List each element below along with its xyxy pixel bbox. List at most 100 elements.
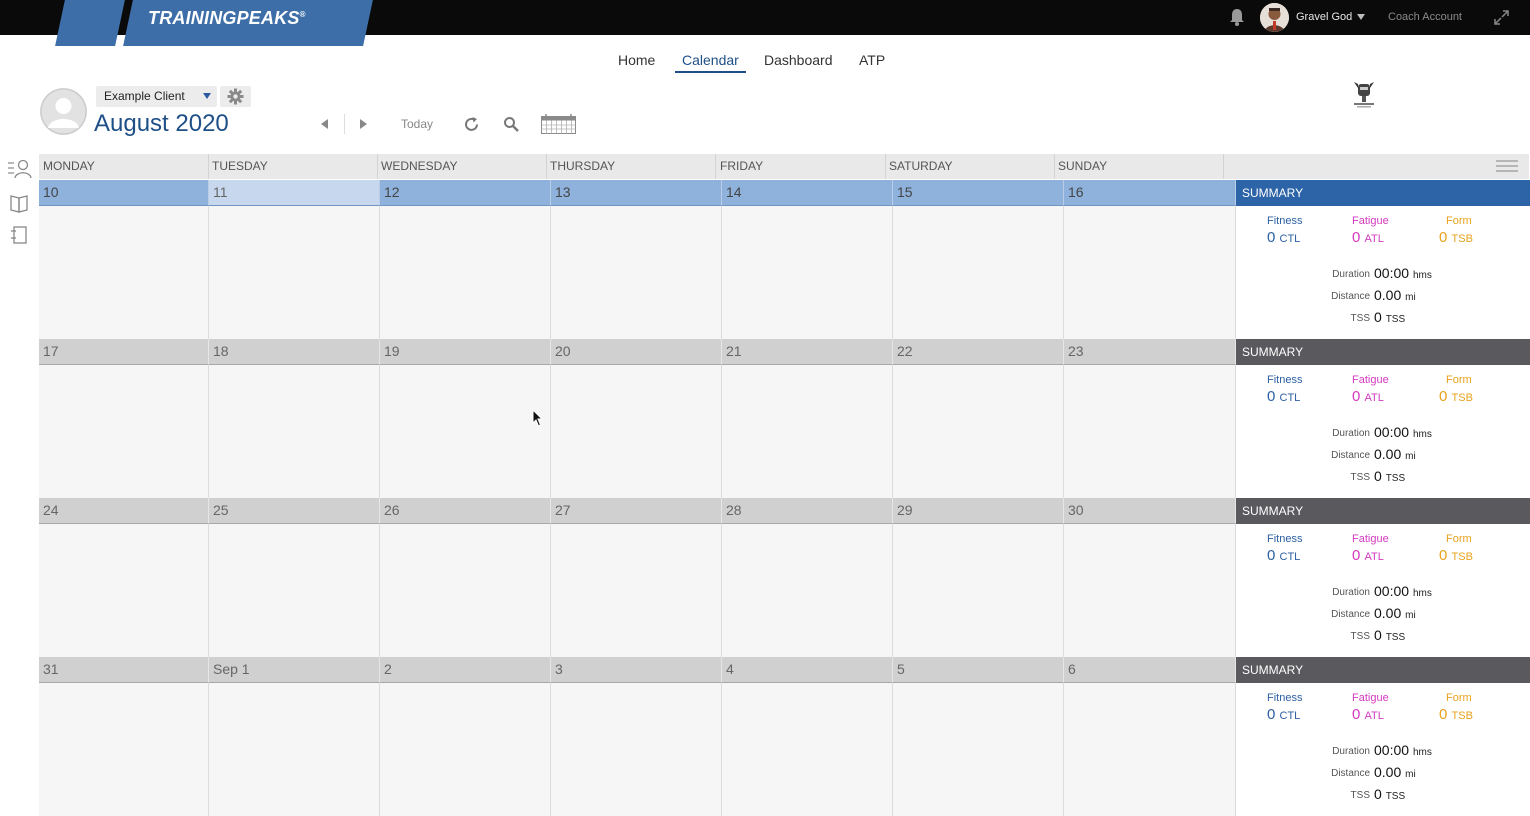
expand-icon[interactable] (1494, 10, 1509, 25)
nav-dashboard[interactable]: Dashboard (764, 52, 833, 68)
day-cell[interactable] (1064, 365, 1236, 498)
tsb-unit: TSB (1451, 392, 1473, 404)
day-cell[interactable] (380, 524, 551, 657)
fatigue-number: 0 (1352, 706, 1361, 723)
day-number[interactable]: 28 (722, 498, 893, 524)
day-cell[interactable] (1064, 206, 1236, 339)
form-label: Form (1446, 533, 1472, 545)
divider (344, 114, 345, 134)
day-number[interactable]: 10 (39, 180, 209, 206)
day-cell[interactable] (209, 683, 380, 816)
day-number[interactable]: 26 (380, 498, 551, 524)
day-number[interactable]: 14 (722, 180, 893, 206)
day-cell[interactable] (722, 683, 893, 816)
library-icon[interactable] (8, 192, 32, 214)
day-cell[interactable] (39, 206, 209, 339)
client-settings-button[interactable] (220, 86, 251, 107)
refresh-icon[interactable] (463, 116, 480, 133)
client-avatar[interactable] (40, 88, 87, 135)
day-cell[interactable] (1064, 683, 1236, 816)
day-cell[interactable] (39, 524, 209, 657)
day-number[interactable]: 31 (39, 657, 209, 683)
summary-header: SUMMARY (1236, 339, 1530, 365)
weekday-monday: MONDAY (43, 159, 95, 173)
day-cell[interactable] (551, 365, 722, 498)
notes-icon[interactable] (8, 224, 32, 246)
bell-icon[interactable] (1229, 8, 1245, 26)
day-number[interactable]: 12 (380, 180, 551, 206)
day-number[interactable]: 3 (551, 657, 722, 683)
next-icon[interactable] (360, 119, 367, 129)
tss-value: 0 TSS (1374, 309, 1405, 325)
day-cell[interactable] (551, 206, 722, 339)
day-number[interactable]: 30 (1064, 498, 1236, 524)
calendar-icon[interactable] (541, 114, 576, 134)
user-caret-icon[interactable] (1357, 14, 1365, 20)
user-name[interactable]: Gravel God (1296, 11, 1352, 23)
distance-number: 0.00 (1374, 605, 1402, 621)
tss-number: 0 (1374, 627, 1382, 643)
day-number[interactable]: 16 (1064, 180, 1236, 206)
previous-icon[interactable] (321, 119, 328, 129)
client-select[interactable]: Example Client (96, 86, 217, 107)
day-number[interactable]: 4 (722, 657, 893, 683)
day-number[interactable]: 15 (893, 180, 1064, 206)
day-number[interactable]: 29 (893, 498, 1064, 524)
day-cell[interactable] (380, 206, 551, 339)
nav-calendar[interactable]: Calendar (682, 52, 739, 68)
day-number[interactable]: 23 (1064, 339, 1236, 365)
day-cell[interactable] (551, 683, 722, 816)
day-number[interactable]: 6 (1064, 657, 1236, 683)
day-cell[interactable] (380, 365, 551, 498)
day-number[interactable]: Sep 1 (209, 657, 380, 683)
summary-header: SUMMARY (1236, 180, 1530, 206)
day-cell[interactable] (722, 206, 893, 339)
day-cell[interactable] (722, 524, 893, 657)
day-cell[interactable] (1064, 524, 1236, 657)
day-cell[interactable] (551, 524, 722, 657)
day-number[interactable]: 17 (39, 339, 209, 365)
day-number[interactable]: 22 (893, 339, 1064, 365)
day-cell[interactable] (893, 683, 1064, 816)
day-number[interactable]: 2 (380, 657, 551, 683)
day-number[interactable]: 27 (551, 498, 722, 524)
day-cell[interactable] (893, 524, 1064, 657)
day-cell[interactable] (893, 365, 1064, 498)
user-avatar[interactable] (1260, 3, 1289, 32)
day-cell[interactable] (209, 206, 380, 339)
day-cell[interactable] (893, 206, 1064, 339)
form-label: Form (1446, 692, 1472, 704)
nav-atp[interactable]: ATP (859, 52, 885, 68)
logo[interactable]: TRAININGPEAKS® (148, 8, 306, 29)
day-cell[interactable] (380, 683, 551, 816)
day-cell[interactable] (722, 365, 893, 498)
weekly-summary: Fitness 0 CTL Fatigue 0 ATL Form 0 TSB D… (1236, 365, 1530, 498)
tss-number: 0 (1374, 786, 1382, 802)
form-number: 0 (1439, 706, 1448, 723)
day-cell[interactable] (209, 524, 380, 657)
day-number[interactable]: 18 (209, 339, 380, 365)
today-button[interactable]: Today (401, 117, 433, 131)
day-cell[interactable] (39, 365, 209, 498)
fatigue-number: 0 (1352, 229, 1361, 246)
coach-account-link[interactable]: Coach Account (1388, 11, 1462, 23)
chevron-down-icon[interactable] (203, 93, 211, 99)
day-number[interactable]: 20 (551, 339, 722, 365)
duration-label: Duration (1332, 428, 1370, 439)
day-number[interactable]: 25 (209, 498, 380, 524)
nav-home[interactable]: Home (618, 52, 655, 68)
day-number[interactable]: 24 (39, 498, 209, 524)
day-number[interactable]: 5 (893, 657, 1064, 683)
menu-icon[interactable] (1496, 160, 1518, 172)
search-icon[interactable] (503, 116, 519, 132)
day-number[interactable]: 13 (551, 180, 722, 206)
day-cell[interactable] (209, 365, 380, 498)
distance-value: 0.00 mi (1374, 287, 1416, 303)
day-number[interactable]: 11 (209, 180, 380, 206)
distance-number: 0.00 (1374, 764, 1402, 780)
athlete-icon[interactable] (8, 158, 32, 180)
day-number[interactable]: 21 (722, 339, 893, 365)
tss-label: TSS (1350, 790, 1370, 801)
day-number[interactable]: 19 (380, 339, 551, 365)
day-cell[interactable] (39, 683, 209, 816)
